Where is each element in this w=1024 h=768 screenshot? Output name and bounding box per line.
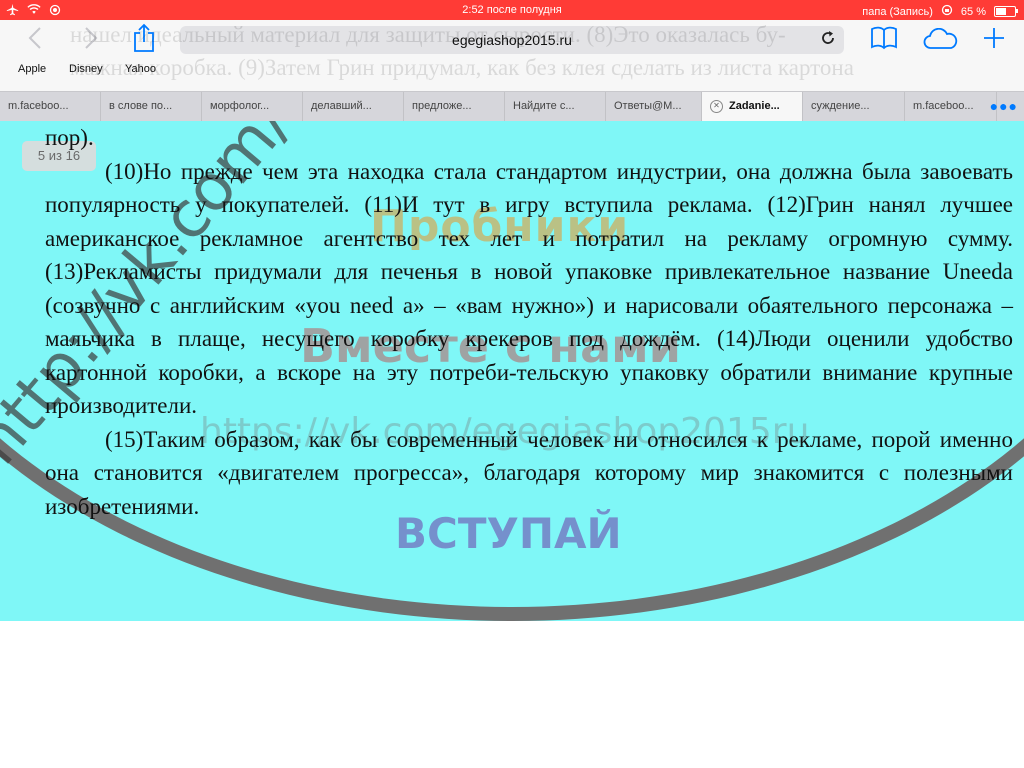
new-tab-icon[interactable] bbox=[982, 26, 1006, 54]
tab-active[interactable]: ✕ Zadanie... bbox=[702, 92, 803, 121]
bookmarks-icon[interactable] bbox=[870, 26, 898, 54]
tab-5[interactable]: предложе... bbox=[404, 92, 505, 121]
tab-9[interactable]: суждение... bbox=[803, 92, 905, 121]
tab-active-label: Zadanie... bbox=[729, 100, 780, 112]
tab-6[interactable]: Найдите с... bbox=[505, 92, 606, 121]
favorite-yahoo[interactable]: Yahoo bbox=[125, 63, 156, 75]
url-text: egegiashop2015.ru bbox=[452, 32, 572, 48]
status-bar: 2:52 после полудня папа (Запись) 65 % bbox=[0, 0, 1024, 20]
address-bar[interactable]: egegiashop2015.ru bbox=[180, 26, 844, 54]
battery-percent: 65 % bbox=[960, 5, 986, 18]
first-line: пор). bbox=[45, 125, 94, 150]
battery-icon bbox=[994, 6, 1018, 17]
paragraph-1: (10)Но прежде чем эта находка стала стан… bbox=[45, 158, 1013, 419]
document-text: пор). (10)Но прежде чем эта находка стал… bbox=[45, 121, 1013, 523]
favorite-disney[interactable]: Disney bbox=[69, 63, 103, 75]
status-recording-label: папа (Запись) bbox=[862, 5, 933, 18]
share-button[interactable] bbox=[132, 23, 156, 57]
rotation-lock-icon bbox=[941, 4, 953, 19]
tab-4[interactable]: делавший... bbox=[303, 92, 404, 121]
tab-10[interactable]: m.faceboo... bbox=[905, 92, 997, 121]
tab-3[interactable]: морфолог... bbox=[202, 92, 303, 121]
more-tabs-icon[interactable]: ●●● bbox=[990, 92, 1018, 121]
forward-button[interactable] bbox=[78, 26, 104, 52]
back-button[interactable] bbox=[22, 26, 48, 52]
tab-2[interactable]: в слове по... bbox=[101, 92, 202, 121]
tab-7[interactable]: Ответы@М... bbox=[606, 92, 702, 121]
page-content[interactable]: Пробники Вместе с нами https://vk.com/eg… bbox=[0, 121, 1024, 768]
browser-toolbar: egegiashop2015.ru Apple Disney Yahoo bbox=[0, 20, 1024, 91]
tab-bar: m.faceboo... в слове по... морфолог... д… bbox=[0, 91, 1024, 122]
favorite-apple[interactable]: Apple bbox=[18, 63, 46, 75]
icloud-tabs-icon[interactable] bbox=[922, 27, 958, 54]
paragraph-2: (15)Таким образом, как бы современный че… bbox=[45, 426, 1013, 519]
tab-1[interactable]: m.faceboo... bbox=[0, 92, 101, 121]
status-right: папа (Запись) 65 % bbox=[862, 4, 1018, 19]
reload-icon[interactable] bbox=[818, 30, 838, 50]
close-tab-icon[interactable]: ✕ bbox=[710, 99, 723, 113]
